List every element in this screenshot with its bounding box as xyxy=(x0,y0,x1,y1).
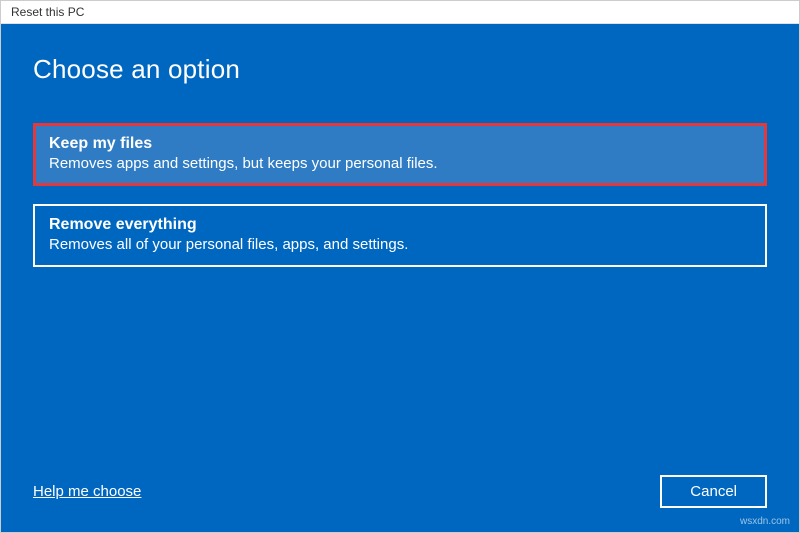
option-title: Keep my files xyxy=(49,135,751,153)
option-keep-my-files[interactable]: Keep my files Removes apps and settings,… xyxy=(33,123,767,186)
cancel-button[interactable]: Cancel xyxy=(660,475,767,508)
help-me-choose-link[interactable]: Help me choose xyxy=(33,483,141,500)
option-remove-everything[interactable]: Remove everything Removes all of your pe… xyxy=(33,204,767,267)
option-title: Remove everything xyxy=(49,216,751,234)
watermark: wsxdn.com xyxy=(740,516,790,527)
dialog-heading: Choose an option xyxy=(33,54,767,85)
dialog-footer: Help me choose Cancel xyxy=(33,475,767,508)
window-titlebar: Reset this PC xyxy=(1,1,799,24)
option-description: Removes apps and settings, but keeps you… xyxy=(49,155,751,172)
window-title: Reset this PC xyxy=(11,5,84,19)
reset-pc-window: Reset this PC Choose an option Keep my f… xyxy=(0,0,800,533)
option-description: Removes all of your personal files, apps… xyxy=(49,236,751,253)
dialog-content: Choose an option Keep my files Removes a… xyxy=(1,24,799,532)
